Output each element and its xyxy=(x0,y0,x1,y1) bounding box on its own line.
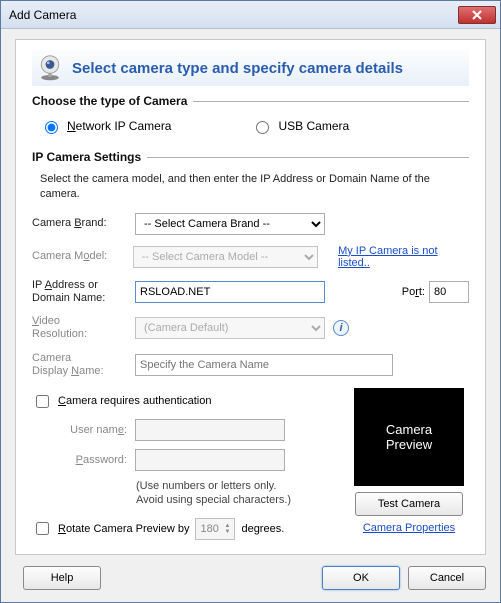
camera-type-section: Choose the type of Camera xyxy=(32,94,469,108)
network-ip-camera-label: Network IP Camera xyxy=(67,119,171,133)
display-name-label: CameraDisplay Name: xyxy=(32,352,127,378)
ip-settings-section: IP Camera Settings xyxy=(32,150,469,164)
window-title: Add Camera xyxy=(5,8,458,22)
ok-button[interactable]: OK xyxy=(322,566,400,590)
camera-properties-link[interactable]: Camera Properties xyxy=(363,522,455,534)
auth-required-checkbox[interactable] xyxy=(36,395,49,408)
camera-brand-select[interactable]: -- Select Camera Brand -- xyxy=(135,213,325,235)
display-name-input[interactable] xyxy=(135,354,393,376)
username-input[interactable] xyxy=(135,419,285,441)
port-label: Port: xyxy=(402,286,425,298)
rotate-suffix: degrees. xyxy=(241,523,284,535)
info-icon[interactable]: i xyxy=(333,320,349,336)
cancel-button[interactable]: Cancel xyxy=(408,566,486,590)
test-camera-button[interactable]: Test Camera xyxy=(355,492,463,516)
spinner-arrows-icon: ▲▼ xyxy=(225,523,231,535)
main-panel: Select camera type and specify camera de… xyxy=(15,39,486,555)
rotate-degrees-spinner[interactable]: 180 ▲▼ xyxy=(195,518,235,540)
close-icon xyxy=(472,10,482,20)
rotate-checkbox[interactable] xyxy=(36,522,49,535)
rotate-label: Rotate Camera Preview by xyxy=(58,523,189,535)
help-button[interactable]: Help xyxy=(23,566,101,590)
webcam-icon xyxy=(36,54,64,82)
camera-model-select[interactable]: -- Select Camera Model -- xyxy=(133,246,318,268)
ip-address-label: IP Address orDomain Name: xyxy=(32,279,127,305)
usb-camera-label: USB Camera xyxy=(278,119,349,133)
usb-camera-radio[interactable] xyxy=(256,121,269,134)
titlebar: Add Camera xyxy=(1,1,500,29)
port-input[interactable] xyxy=(429,281,469,303)
video-resolution-label: VideoResolution: xyxy=(32,315,127,341)
network-ip-camera-radio[interactable] xyxy=(45,121,58,134)
dialog-heading: Select camera type and specify camera de… xyxy=(72,60,403,77)
camera-model-label: Camera Model: xyxy=(32,250,125,263)
password-input[interactable] xyxy=(135,449,285,471)
password-label: Password: xyxy=(52,454,127,466)
username-label: User name: xyxy=(52,424,127,436)
ip-address-input[interactable] xyxy=(135,281,325,303)
add-camera-dialog: Add Camera Select camera type and specif… xyxy=(0,0,501,603)
button-bar: Help OK Cancel xyxy=(1,556,500,602)
auth-required-label: Camera requires authentication xyxy=(58,395,211,407)
camera-not-listed-link[interactable]: My IP Camera is not listed.. xyxy=(338,245,469,269)
ip-settings-description: Select the camera model, and then enter … xyxy=(32,170,469,213)
video-resolution-select[interactable]: (Camera Default) xyxy=(135,317,325,339)
camera-preview-area: CameraPreview xyxy=(354,388,464,486)
close-button[interactable] xyxy=(458,6,496,24)
camera-brand-label: Camera Brand: xyxy=(32,217,127,230)
password-hint: (Use numbers or letters only.Avoid using… xyxy=(32,479,337,508)
